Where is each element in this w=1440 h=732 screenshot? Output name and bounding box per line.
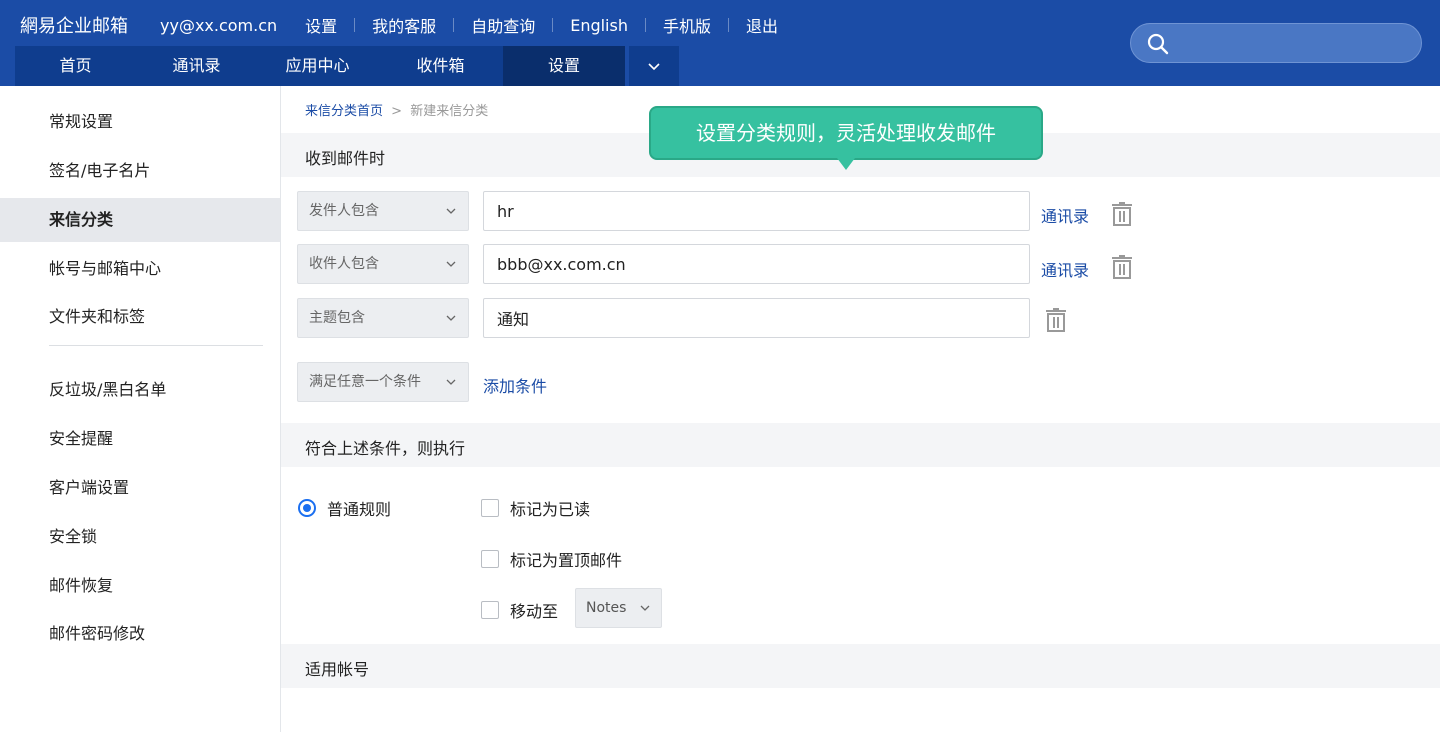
condition-field-select[interactable]: 收件人包含 bbox=[297, 244, 469, 284]
tab-inbox[interactable]: 收件箱 bbox=[378, 46, 503, 86]
contacts-link[interactable]: 通讯录 bbox=[1041, 257, 1089, 281]
sidebar-item-general[interactable]: 常规设置 bbox=[0, 100, 280, 144]
radio-button[interactable] bbox=[298, 499, 316, 517]
top-link-logout[interactable]: 退出 bbox=[746, 13, 778, 37]
sidebar-item-security-lock[interactable]: 安全锁 bbox=[0, 515, 280, 559]
trash-icon[interactable] bbox=[1110, 254, 1134, 280]
option-move-to[interactable]: 移动至 bbox=[481, 598, 558, 622]
main-nav-tabs: 首页 通讯录 应用中心 收件箱 设置 bbox=[15, 46, 679, 86]
divider bbox=[354, 18, 356, 32]
select-value: 满足任意一个条件 bbox=[309, 374, 421, 390]
condition-field-select[interactable]: 主题包含 bbox=[297, 298, 469, 338]
sidebar-item-mail-recovery[interactable]: 邮件恢复 bbox=[0, 564, 280, 608]
tab-contacts[interactable]: 通讯录 bbox=[136, 46, 257, 86]
condition-field-select[interactable]: 发件人包含 bbox=[297, 191, 469, 231]
match-mode-select[interactable]: 满足任意一个条件 bbox=[297, 362, 469, 402]
sidebar-item-antispam[interactable]: 反垃圾/黑白名单 bbox=[0, 368, 280, 412]
section-title: 收到邮件时 bbox=[305, 149, 386, 168]
sidebar-item-signature[interactable]: 签名/电子名片 bbox=[0, 149, 280, 193]
trash-icon[interactable] bbox=[1110, 201, 1134, 227]
brand-logo: 網易企业邮箱 bbox=[20, 16, 128, 37]
tooltip-text: 设置分类规则，灵活处理收发邮件 bbox=[696, 121, 996, 145]
rule-type-radio[interactable]: 普通规则 bbox=[298, 496, 391, 520]
divider bbox=[644, 18, 646, 32]
tab-app-center[interactable]: 应用中心 bbox=[257, 46, 378, 86]
sidebar-item-mail-filter[interactable]: 来信分类 bbox=[0, 198, 280, 242]
section-title: 适用帐号 bbox=[305, 660, 370, 679]
top-link-settings[interactable]: 设置 bbox=[305, 13, 337, 37]
section-accounts-header: 适用帐号 bbox=[281, 644, 1440, 688]
condition-value-input[interactable] bbox=[483, 191, 1030, 231]
sidebar-item-security-alert[interactable]: 安全提醒 bbox=[0, 417, 280, 461]
sidebar-item-client-settings[interactable]: 客户端设置 bbox=[0, 466, 280, 510]
tab-settings[interactable]: 设置 bbox=[503, 46, 625, 86]
top-link-mobile[interactable]: 手机版 bbox=[663, 13, 711, 37]
checkbox-label: 标记为置顶邮件 bbox=[510, 551, 623, 570]
section-title: 符合上述条件，则执行 bbox=[305, 439, 466, 458]
chevron-down-icon bbox=[640, 605, 650, 611]
breadcrumb-link-filter-home[interactable]: 来信分类首页 bbox=[305, 104, 383, 119]
radio-label: 普通规则 bbox=[327, 500, 392, 519]
select-value: 发件人包含 bbox=[309, 203, 379, 219]
sidebar-item-folders-tags[interactable]: 文件夹和标签 bbox=[0, 295, 280, 339]
tab-more-button[interactable] bbox=[629, 46, 679, 86]
top-link-self-query[interactable]: 自助查询 bbox=[471, 13, 535, 37]
main-content: 来信分类首页 > 新建来信分类 收到邮件时 发件人包含 通讯录 收件人包含 通讯… bbox=[281, 86, 1440, 732]
search-box[interactable] bbox=[1130, 23, 1422, 63]
breadcrumb: 来信分类首页 > 新建来信分类 bbox=[305, 100, 488, 119]
chevron-down-icon bbox=[446, 379, 456, 385]
condition-value-input[interactable] bbox=[483, 298, 1030, 338]
top-link-support[interactable]: 我的客服 bbox=[372, 13, 436, 37]
settings-sidebar: 常规设置 签名/电子名片 来信分类 帐号与邮箱中心 文件夹和标签 反垃圾/黑白名… bbox=[0, 86, 281, 732]
search-icon[interactable] bbox=[1147, 33, 1169, 55]
search-input[interactable] bbox=[1177, 30, 1407, 56]
divider bbox=[453, 18, 455, 32]
divider bbox=[728, 18, 729, 32]
checkbox-label: 移动至 bbox=[510, 602, 559, 621]
add-condition-link[interactable]: 添加条件 bbox=[483, 373, 547, 397]
breadcrumb-current: 新建来信分类 bbox=[410, 104, 489, 119]
chevron-down-icon bbox=[446, 208, 456, 214]
select-value: Notes bbox=[586, 600, 627, 616]
top-links: yy@xx.com.cn 设置 我的客服 自助查询 English 手机版 退出 bbox=[160, 13, 778, 37]
checkbox[interactable] bbox=[481, 601, 499, 619]
tooltip-arrow bbox=[837, 158, 855, 170]
tab-home[interactable]: 首页 bbox=[15, 46, 136, 86]
condition-value-input[interactable] bbox=[483, 244, 1030, 284]
account-email[interactable]: yy@xx.com.cn bbox=[160, 16, 277, 35]
chevron-down-icon bbox=[446, 315, 456, 321]
checkbox-label: 标记为已读 bbox=[510, 500, 591, 519]
option-pin-mail[interactable]: 标记为置顶邮件 bbox=[481, 547, 622, 571]
chevron-down-icon bbox=[446, 261, 456, 267]
option-mark-read[interactable]: 标记为已读 bbox=[481, 496, 590, 520]
trash-icon[interactable] bbox=[1044, 307, 1068, 333]
breadcrumb-separator: > bbox=[391, 104, 403, 119]
divider bbox=[552, 18, 554, 32]
select-value: 主题包含 bbox=[309, 310, 365, 326]
hint-tooltip: 设置分类规则，灵活处理收发邮件 bbox=[649, 106, 1043, 170]
sidebar-item-password-change[interactable]: 邮件密码修改 bbox=[0, 612, 280, 656]
sidebar-item-accounts[interactable]: 帐号与邮箱中心 bbox=[0, 247, 280, 291]
section-actions-header: 符合上述条件，则执行 bbox=[281, 423, 1440, 467]
top-link-english[interactable]: English bbox=[570, 16, 628, 35]
checkbox[interactable] bbox=[481, 499, 499, 517]
checkbox[interactable] bbox=[481, 550, 499, 568]
top-header: 網易企业邮箱 yy@xx.com.cn 设置 我的客服 自助查询 English… bbox=[0, 0, 1440, 86]
sidebar-divider bbox=[49, 345, 263, 346]
contacts-link[interactable]: 通讯录 bbox=[1041, 203, 1089, 227]
chevron-down-icon bbox=[648, 63, 660, 71]
move-folder-select[interactable]: Notes bbox=[575, 588, 662, 628]
select-value: 收件人包含 bbox=[309, 256, 379, 272]
